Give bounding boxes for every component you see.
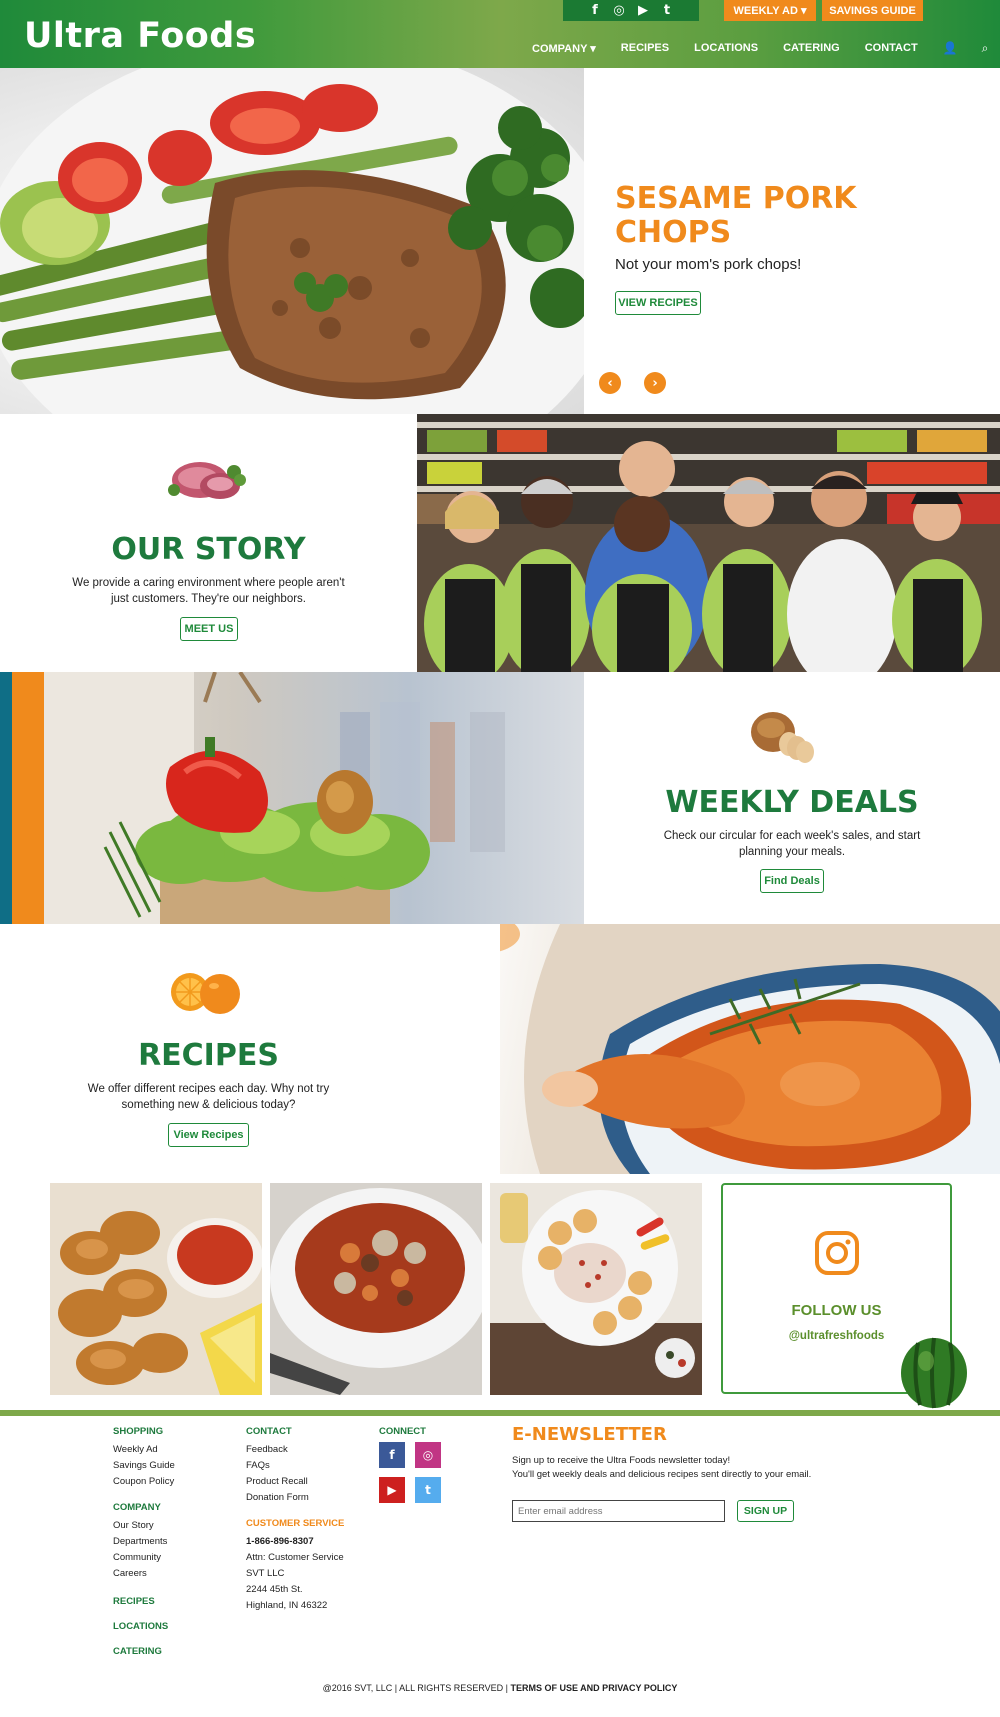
footer-col-connect: CONNECT f ◎ ▶ t bbox=[379, 1426, 441, 1503]
stew-bowl-photo[interactable] bbox=[270, 1183, 482, 1395]
footer-youtube-icon[interactable]: ▶ bbox=[379, 1477, 405, 1503]
find-deals-button[interactable]: Find Deals bbox=[760, 869, 824, 893]
view-recipes-secondary-button[interactable]: View Recipes bbox=[168, 1123, 249, 1147]
facebook-icon[interactable]: f bbox=[587, 3, 603, 18]
follow-us-title: FOLLOW US bbox=[791, 1302, 882, 1319]
footer-link-donation-form[interactable]: Donation Form bbox=[246, 1490, 344, 1506]
nav-locations[interactable]: LOCATIONS bbox=[694, 42, 758, 54]
footer-shopping-heading[interactable]: SHOPPING bbox=[113, 1426, 175, 1437]
header-social-bar: f ◎ ▶ t bbox=[563, 0, 699, 21]
copyright-bar: @2016 SVT, LLC | ALL RIGHTS RESERVED | T… bbox=[0, 1683, 1000, 1693]
footer-col-shopping: SHOPPING Weekly Ad Savings Guide Coupon … bbox=[113, 1426, 175, 1662]
youtube-icon[interactable]: ▶ bbox=[635, 3, 651, 18]
logo[interactable]: Ultra Foods bbox=[24, 16, 256, 56]
our-story-text: We provide a caring environment where pe… bbox=[72, 577, 345, 605]
footer-link-departments[interactable]: Departments bbox=[113, 1534, 175, 1550]
cheese-platter-photo[interactable] bbox=[490, 1183, 702, 1395]
instagram-large-icon[interactable] bbox=[814, 1230, 860, 1276]
weekly-deals-panel: WEEKLY DEALS Check our circular for each… bbox=[584, 672, 1000, 924]
weekly-deals-text: Check our circular for each week's sales… bbox=[663, 830, 921, 858]
footer-social-grid: f ◎ ▶ t bbox=[379, 1442, 441, 1503]
carousel-next-arrow-icon[interactable]: › bbox=[644, 372, 666, 394]
footer-contact-heading[interactable]: CONTACT bbox=[246, 1426, 344, 1437]
weekly-ad-button[interactable]: WEEKLY AD ▾ bbox=[724, 0, 816, 21]
staff-photo bbox=[417, 414, 1000, 672]
grocery-bag-photo bbox=[0, 672, 584, 924]
twitter-icon[interactable]: t bbox=[659, 3, 675, 18]
footer-link-faqs[interactable]: FAQs bbox=[246, 1458, 344, 1474]
watermelon-icon bbox=[901, 1337, 967, 1409]
footer-address-line: Attn: Customer Service bbox=[246, 1552, 344, 1563]
our-story-title: OUR STORY bbox=[111, 532, 306, 567]
hero-subtitle: Not your mom's pork chops! bbox=[615, 256, 802, 273]
footer-facebook-icon[interactable]: f bbox=[379, 1442, 405, 1468]
savings-guide-button[interactable]: SAVINGS GUIDE bbox=[822, 0, 923, 21]
recipes-title: RECIPES bbox=[138, 1038, 279, 1073]
footer-link-careers[interactable]: Careers bbox=[113, 1566, 175, 1582]
footer-divider bbox=[0, 1410, 1000, 1416]
hero-caption: SESAME PORK CHOPS Not your mom's pork ch… bbox=[584, 68, 1000, 414]
carousel-prev-arrow-icon[interactable]: ‹ bbox=[599, 372, 621, 394]
view-recipes-button[interactable]: VIEW RECIPES bbox=[615, 291, 701, 315]
footer-link-our-story[interactable]: Our Story bbox=[113, 1518, 175, 1534]
hero-image-pork-chop bbox=[0, 68, 584, 414]
footer-link-savings-guide[interactable]: Savings Guide bbox=[113, 1458, 175, 1474]
nav-contact[interactable]: CONTACT bbox=[865, 42, 918, 54]
footer-link-community[interactable]: Community bbox=[113, 1550, 175, 1566]
footer-customer-service-heading: CUSTOMER SERVICE bbox=[246, 1518, 345, 1529]
footer-recipes-link[interactable]: RECIPES bbox=[113, 1596, 175, 1607]
footer-link-product-recall[interactable]: Product Recall bbox=[246, 1474, 344, 1490]
main-nav: COMPANY ▾ RECIPES LOCATIONS CATERING CON… bbox=[532, 40, 1000, 56]
enewsletter-title: E-NEWSLETTER bbox=[512, 1424, 667, 1445]
meet-us-button[interactable]: MEET US bbox=[180, 617, 238, 641]
footer-locations-link[interactable]: LOCATIONS bbox=[113, 1621, 175, 1632]
fried-shrimp-photo[interactable] bbox=[50, 1183, 262, 1395]
footer-phone[interactable]: 1-866-896-8307 bbox=[246, 1534, 344, 1550]
nav-company[interactable]: COMPANY ▾ bbox=[532, 42, 596, 55]
search-icon[interactable]: ⌕ bbox=[982, 41, 989, 56]
weekly-deals-title: WEEKLY DEALS bbox=[665, 785, 919, 820]
sign-up-button[interactable]: SIGN UP bbox=[737, 1500, 794, 1522]
enewsletter-line-2: You'll get weekly deals and delicious re… bbox=[512, 1469, 812, 1480]
enewsletter-description: Sign up to receive the Ultra Foods newsl… bbox=[512, 1454, 912, 1482]
site-header: Ultra Foods f ◎ ▶ t WEEKLY AD ▾ SAVINGS … bbox=[0, 0, 1000, 68]
recipes-text: We offer different recipes each day. Why… bbox=[87, 1083, 330, 1111]
recipes-panel: RECIPES We offer different recipes each … bbox=[0, 924, 500, 1174]
copyright-text: @2016 SVT, LLC | ALL RIGHTS RESERVED | bbox=[322, 1683, 508, 1693]
footer-connect-heading: CONNECT bbox=[379, 1426, 426, 1437]
footer-address-line: 2244 45th St. bbox=[246, 1584, 303, 1595]
footer-company-heading[interactable]: COMPANY bbox=[113, 1502, 175, 1513]
footer-twitter-icon[interactable]: t bbox=[415, 1477, 441, 1503]
hero-title: SESAME PORK CHOPS bbox=[615, 181, 857, 250]
nav-recipes[interactable]: RECIPES bbox=[621, 42, 669, 54]
enewsletter-line-1: Sign up to receive the Ultra Foods newsl… bbox=[512, 1455, 731, 1466]
instagram-icon[interactable]: ◎ bbox=[611, 3, 627, 18]
our-story-panel: OUR STORY We provide a caring environmen… bbox=[0, 414, 417, 672]
nav-catering[interactable]: CATERING bbox=[783, 42, 840, 54]
footer-link-feedback[interactable]: Feedback bbox=[246, 1442, 344, 1458]
email-input[interactable] bbox=[512, 1500, 725, 1522]
footer-col-contact: CONTACT Feedback FAQs Product Recall Don… bbox=[246, 1426, 344, 1614]
user-icon[interactable]: 👤 bbox=[943, 41, 958, 55]
footer-link-weekly-ad[interactable]: Weekly Ad bbox=[113, 1442, 175, 1458]
footer-catering-link[interactable]: CATERING bbox=[113, 1646, 175, 1657]
footer-address-line: Highland, IN 46322 bbox=[246, 1600, 328, 1611]
footer-instagram-icon[interactable]: ◎ bbox=[415, 1442, 441, 1468]
roast-chicken-photo bbox=[460, 924, 1000, 1174]
oranges-icon bbox=[171, 973, 240, 1014]
terms-privacy-link[interactable]: TERMS OF USE AND PRIVACY POLICY bbox=[511, 1683, 678, 1693]
meat-icon bbox=[168, 462, 246, 499]
bread-icon bbox=[751, 712, 814, 763]
footer-address-line: SVT LLC bbox=[246, 1568, 285, 1579]
footer-link-coupon-policy[interactable]: Coupon Policy bbox=[113, 1474, 175, 1490]
